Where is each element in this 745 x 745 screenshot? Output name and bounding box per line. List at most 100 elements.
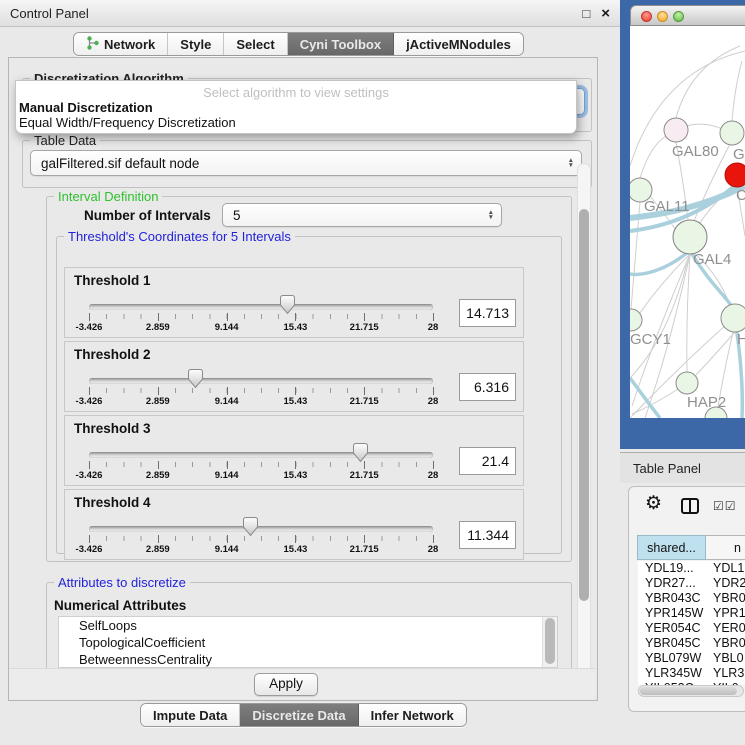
tab-label: Cyni Toolbox <box>300 37 381 52</box>
tab-label: Discretize Data <box>252 708 345 723</box>
tab-jactivemnodules[interactable]: jActiveMNodules <box>394 33 523 55</box>
tick-label: 2.859 <box>146 544 170 555</box>
checkbox-icons[interactable]: ☑☑ <box>713 499 737 513</box>
network-node[interactable] <box>676 372 698 394</box>
group-title-attributes: Attributes to discretize <box>54 575 190 590</box>
tick-label: 15.43 <box>284 544 308 555</box>
table-row[interactable]: YDR27...YDR2 <box>638 576 745 591</box>
threshold-3-value-field[interactable]: 21.4 <box>459 447 516 475</box>
tick-label: 2.859 <box>146 322 170 333</box>
threshold-3-slider-thumb[interactable] <box>353 443 368 462</box>
tab-network[interactable]: Network <box>74 33 168 55</box>
scrollbar-thumb[interactable] <box>545 618 555 664</box>
threshold-1-slider-track[interactable] <box>89 304 433 310</box>
tab-style[interactable]: Style <box>168 33 224 55</box>
minimize-traffic-light-icon[interactable] <box>657 11 668 22</box>
scrollbar-thumb[interactable] <box>640 687 737 695</box>
float-window-icon[interactable]: □ <box>582 7 590 20</box>
network-graph-icon <box>86 36 99 53</box>
gear-icon[interactable]: ⚙ <box>645 494 662 513</box>
table-rows: YDL19...YDL1 YDR27...YDR2 YBR043CYBR0 YP… <box>638 561 745 685</box>
threshold-2-label: Threshold 2 <box>74 347 151 362</box>
table-row[interactable]: YDL19...YDL1 <box>638 561 745 576</box>
tab-label: Network <box>104 37 155 52</box>
tick-label: 28 <box>428 322 439 333</box>
table-row[interactable]: YPR145WYPR1 <box>638 606 745 621</box>
threshold-1-box: Threshold 1 -3.426 2.859 9.144 15.43 21.… <box>64 267 524 338</box>
node-label-hap2: HAP2 <box>687 394 726 411</box>
tick-label: 21.715 <box>350 396 379 407</box>
combo-spinner-icon: ▲▼ <box>488 210 494 220</box>
threshold-4-value-field[interactable]: 11.344 <box>459 521 516 549</box>
top-tab-bar: Network Style Select Cyni Toolbox jActiv… <box>73 32 524 56</box>
node-label-gal11: GAL11 <box>644 198 690 215</box>
list-item[interactable]: SelfLoops <box>59 617 557 634</box>
tab-cyni-toolbox[interactable]: Cyni Toolbox <box>288 33 394 55</box>
tab-label: jActiveMNodules <box>406 37 511 52</box>
close-icon[interactable]: × <box>601 6 610 21</box>
threshold-3-slider-track[interactable] <box>89 452 433 458</box>
network-view-window[interactable]: GAL80 GA C GAL11 GAL4 GCY1 H HAP2 <box>620 0 745 449</box>
tick-label: 28 <box>428 396 439 407</box>
threshold-2-value-field[interactable]: 6.316 <box>459 373 516 401</box>
threshold-1-value-field[interactable]: 14.713 <box>459 299 516 327</box>
list-item[interactable]: BetweennessCentrality <box>59 651 557 668</box>
zoom-traffic-light-icon[interactable] <box>673 11 684 22</box>
tab-label: Impute Data <box>153 708 227 723</box>
slider-minor-ticks <box>89 388 434 393</box>
apply-button[interactable]: Apply <box>254 673 318 696</box>
table-data-combobox[interactable]: galFiltered.sif default node ▲▼ <box>30 150 582 176</box>
table-row[interactable]: YBR043CYBR0 <box>638 591 745 606</box>
tab-infer-network[interactable]: Infer Network <box>359 704 466 726</box>
table-row[interactable]: YER054CYER0 <box>638 621 745 636</box>
group-title-thresholds: Threshold's Coordinates for 5 Intervals <box>64 229 295 244</box>
node-label-partial: GA <box>733 146 745 163</box>
threshold-4-slider-thumb[interactable] <box>243 517 258 536</box>
close-traffic-light-icon[interactable] <box>641 11 652 22</box>
split-column-icon[interactable] <box>681 498 699 519</box>
table-row[interactable]: YLR345WYLR3 <box>638 666 745 681</box>
threshold-4-slider-track[interactable] <box>89 526 433 532</box>
table-row[interactable]: YBL079WYBL0 <box>638 651 745 666</box>
list-item[interactable]: TopologicalCoefficient <box>59 634 557 651</box>
table-row[interactable]: YBR045CYBR0 <box>638 636 745 651</box>
column-header-name[interactable]: n <box>706 535 745 560</box>
list-scrollbar[interactable] <box>542 617 557 667</box>
tab-select[interactable]: Select <box>224 33 287 55</box>
network-node[interactable] <box>721 304 745 332</box>
threshold-2-slider-thumb[interactable] <box>188 369 203 388</box>
popup-option-equal-width-frequency[interactable]: Equal Width/Frequency Discretization <box>18 115 574 130</box>
network-node[interactable] <box>720 121 744 145</box>
threshold-2-box: Threshold 2 -3.426 2.859 9.144 15.43 21.… <box>64 341 524 412</box>
network-graph: GAL80 GA C GAL11 GAL4 GCY1 H HAP2 <box>630 26 745 418</box>
table-data-value: galFiltered.sif default node <box>41 156 199 171</box>
network-node-gal4[interactable] <box>673 220 707 254</box>
tick-label: 15.43 <box>284 470 308 481</box>
threshold-1-slider-thumb[interactable] <box>280 295 295 314</box>
network-node[interactable] <box>664 118 688 142</box>
tab-label: Infer Network <box>371 708 454 723</box>
popup-option-manual-discretization[interactable]: Manual Discretization <box>18 100 574 115</box>
tick-label: 9.144 <box>215 322 239 333</box>
threshold-3-box: Threshold 3 -3.426 2.859 9.144 15.43 21.… <box>64 415 524 486</box>
network-canvas[interactable]: GAL80 GA C GAL11 GAL4 GCY1 H HAP2 <box>630 26 745 418</box>
numerical-attributes-list: SelfLoops TopologicalCoefficient Between… <box>58 616 558 668</box>
tick-label: 2.859 <box>146 470 170 481</box>
tick-label: 15.43 <box>284 322 308 333</box>
table-panel-title: Table Panel <box>620 461 701 476</box>
node-label-partial: C <box>736 187 745 204</box>
tick-label: 2.859 <box>146 396 170 407</box>
threshold-2-slider-track[interactable] <box>89 378 433 384</box>
tick-label: 9.144 <box>215 544 239 555</box>
table-horizontal-scrollbar[interactable] <box>638 685 744 697</box>
scrollbar-thumb[interactable] <box>579 209 589 601</box>
tab-impute-data[interactable]: Impute Data <box>141 704 240 726</box>
tick-label: -3.426 <box>76 322 103 333</box>
tick-label: 28 <box>428 470 439 481</box>
network-node-selected[interactable] <box>725 163 745 187</box>
panel-scrollbar[interactable] <box>577 163 591 695</box>
network-window-titlebar[interactable] <box>630 5 745 26</box>
column-header-shared[interactable]: shared... <box>637 535 706 560</box>
number-of-intervals-combobox[interactable]: 5 ▲▼ <box>222 203 502 227</box>
tab-discretize-data[interactable]: Discretize Data <box>240 704 358 726</box>
